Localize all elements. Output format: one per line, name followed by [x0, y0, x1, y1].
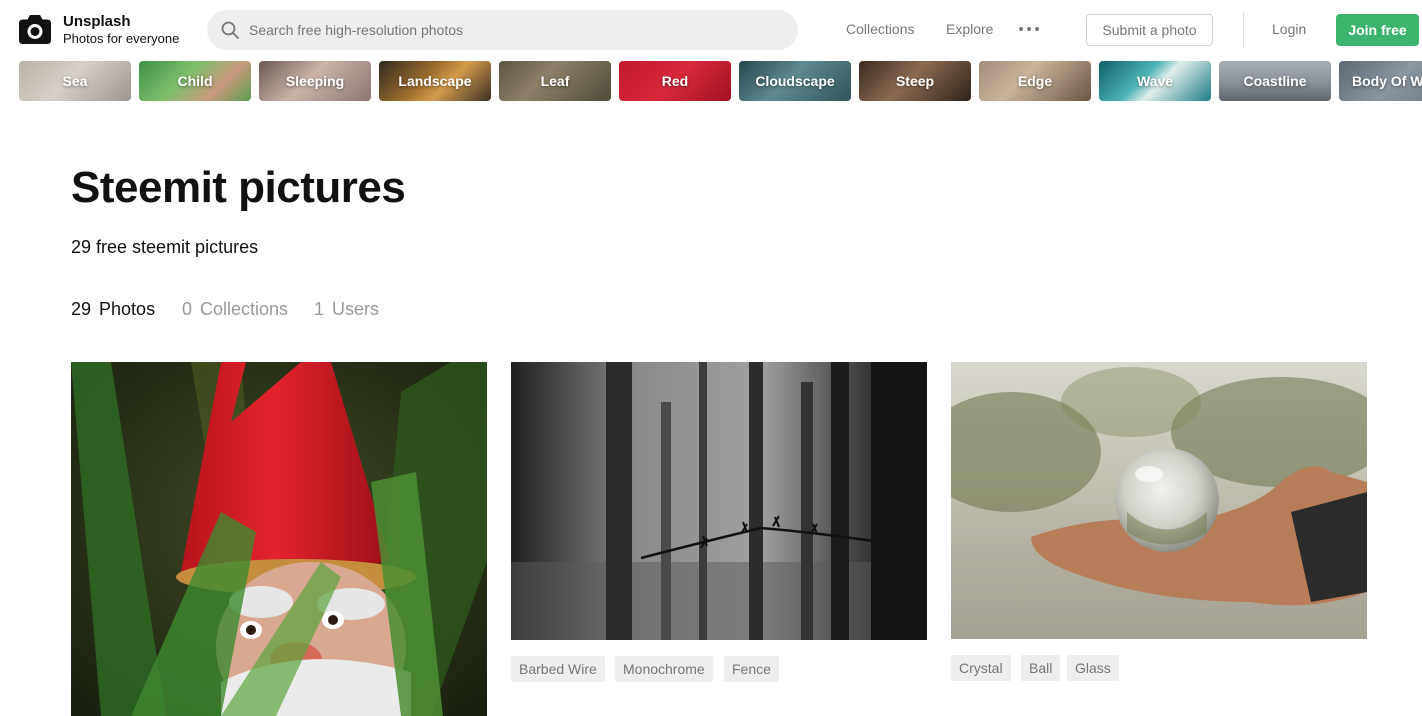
topic-chip-label: Leaf [540, 73, 570, 89]
topic-chip-label: Sleeping [285, 73, 345, 89]
topic-chip-label: Body Of Water [1352, 73, 1422, 89]
related-topics-bar: Sea Child Sleeping Landscape Leaf Red Cl… [19, 61, 1422, 101]
gnome-photo-image [71, 362, 487, 716]
topic-chip-label: Wave [1136, 73, 1174, 89]
tab-label: Users [332, 299, 380, 319]
topic-chip-coastline[interactable]: Coastline [1219, 61, 1331, 101]
photo-tag[interactable]: Crystal [951, 655, 1011, 681]
photo-barbed-wire[interactable] [511, 362, 927, 640]
topic-chip-label: Cloudscape [755, 73, 835, 89]
photo-gnome[interactable] [71, 362, 487, 716]
topic-chip-red[interactable]: Red [619, 61, 731, 101]
login-link[interactable]: Login [1272, 21, 1306, 37]
page-title: Steemit pictures [71, 163, 406, 212]
brand-title[interactable]: Unsplash [63, 13, 131, 30]
nav-link-collections[interactable]: Collections [846, 21, 914, 37]
top-navbar: Unsplash Photos for everyone Collections… [0, 0, 1422, 60]
topic-chip-label: Sea [62, 73, 88, 89]
tab-label: Collections [200, 299, 289, 319]
topic-chip-body-of-water[interactable]: Body Of Water [1339, 61, 1422, 101]
topic-chip-cloudscape[interactable]: Cloudscape [739, 61, 851, 101]
topic-chip-leaf[interactable]: Leaf [499, 61, 611, 101]
topic-chip-steep[interactable]: Steep [859, 61, 971, 101]
photo-tag[interactable]: Fence [724, 656, 779, 682]
photo-crystal-ball[interactable] [951, 362, 1367, 639]
topic-chip-wave[interactable]: Wave [1099, 61, 1211, 101]
tab-photos[interactable]: 29 Photos [71, 299, 155, 320]
topic-chip-edge[interactable]: Edge [979, 61, 1091, 101]
crystal-ball-photo-image [951, 362, 1367, 639]
photo-tag[interactable]: Monochrome [615, 656, 713, 682]
header-divider [1243, 13, 1244, 46]
topic-chip-label: Steep [895, 73, 935, 89]
topic-chip-sleeping[interactable]: Sleeping [259, 61, 371, 101]
photo-tag[interactable]: Barbed Wire [511, 656, 605, 682]
search-bar[interactable] [207, 10, 798, 50]
brand-subtitle: Photos for everyone [63, 31, 180, 46]
topic-chip-label: Coastline [1243, 73, 1307, 89]
topic-chip-label: Edge [1017, 73, 1053, 89]
tab-count: 29 [71, 299, 92, 319]
page-subtitle: 29 free steemit pictures [71, 237, 259, 257]
topic-chip-label: Landscape [398, 73, 472, 89]
topic-chip-label: Red [661, 73, 689, 89]
tab-label: Photos [99, 299, 156, 319]
topic-chip-label: Child [177, 73, 213, 89]
tab-count: 0 [182, 299, 193, 319]
tab-count: 1 [314, 299, 325, 319]
more-options-icon[interactable] [1019, 27, 1039, 33]
join-free-button[interactable]: Join free [1336, 14, 1419, 46]
topic-chip-child[interactable]: Child [139, 61, 251, 101]
search-icon [221, 21, 239, 39]
search-input[interactable] [249, 10, 789, 50]
barbed-wire-photo-image [511, 362, 927, 640]
nav-link-explore[interactable]: Explore [946, 21, 993, 37]
tab-users[interactable]: 1 Users [314, 299, 379, 320]
photo-tag[interactable]: Ball [1021, 655, 1061, 681]
topic-chip-landscape[interactable]: Landscape [379, 61, 491, 101]
tab-collections[interactable]: 0 Collections [182, 299, 288, 320]
submit-photo-button[interactable]: Submit a photo [1086, 14, 1213, 46]
camera-logo-icon[interactable] [19, 15, 51, 44]
topic-chip-sea[interactable]: Sea [19, 61, 131, 101]
photo-tag[interactable]: Glass [1067, 655, 1119, 681]
